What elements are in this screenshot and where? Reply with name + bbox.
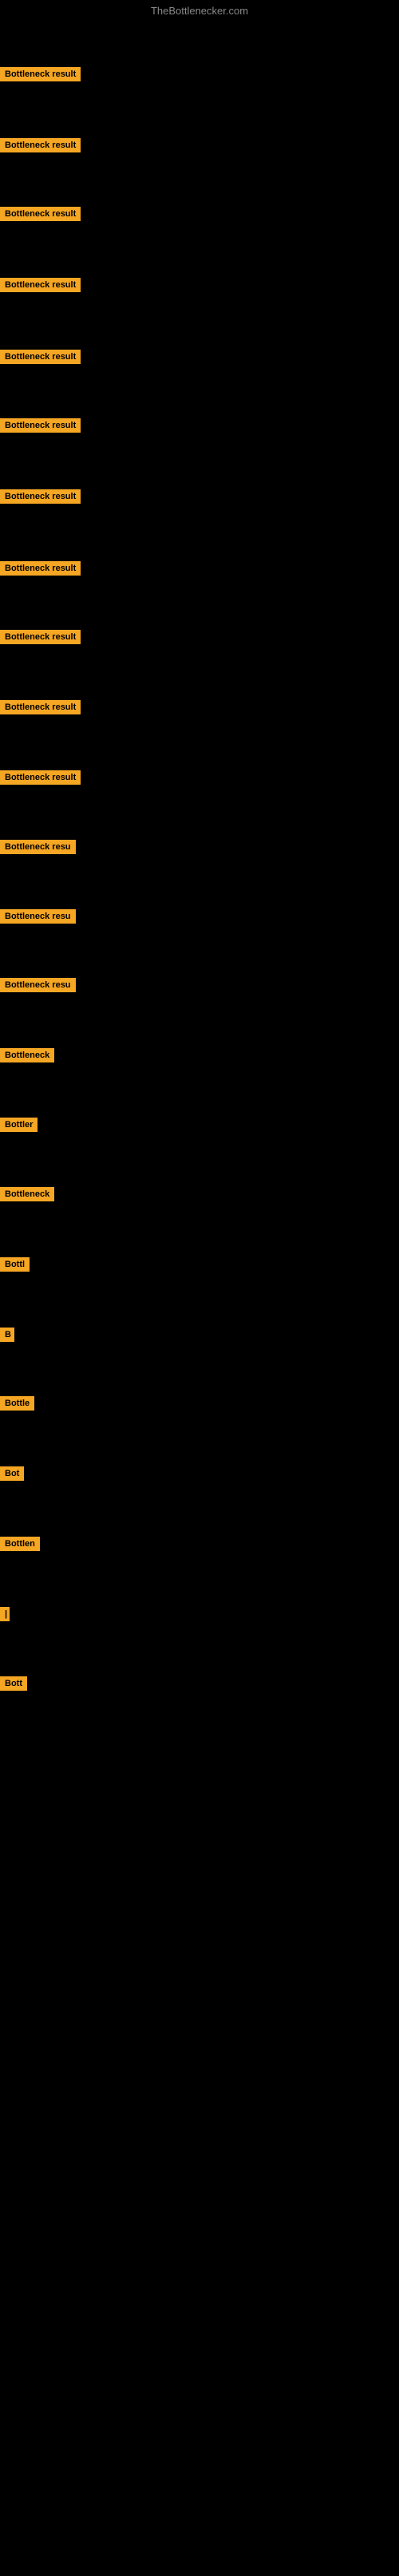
- bottleneck-badge: |: [0, 1607, 10, 1621]
- bottleneck-badge: Bottl: [0, 1257, 30, 1272]
- bottleneck-badge: Bot: [0, 1466, 24, 1481]
- bottleneck-result-item[interactable]: Bottleneck result: [0, 630, 81, 648]
- bottleneck-result-item[interactable]: Bottleneck result: [0, 489, 81, 508]
- bottleneck-badge: Bottleneck resu: [0, 840, 76, 854]
- bottleneck-result-item[interactable]: Bottleneck result: [0, 278, 81, 296]
- bottleneck-result-item[interactable]: Bottleneck result: [0, 561, 81, 580]
- bottleneck-badge: Bottlen: [0, 1537, 40, 1551]
- bottleneck-result-item[interactable]: Bottl: [0, 1257, 30, 1276]
- bottleneck-badge: Bottleneck result: [0, 207, 81, 221]
- bottleneck-result-item[interactable]: Bottle: [0, 1396, 34, 1415]
- bottleneck-result-item[interactable]: Bottlen: [0, 1537, 40, 1555]
- bottleneck-badge: B: [0, 1328, 14, 1342]
- bottleneck-badge: Bottleneck resu: [0, 909, 76, 924]
- bottleneck-badge: Bottleneck result: [0, 630, 81, 644]
- bottleneck-result-item[interactable]: Bot: [0, 1466, 24, 1485]
- bottleneck-badge: Bottleneck result: [0, 138, 81, 152]
- bottleneck-badge: Bottleneck: [0, 1187, 54, 1201]
- bottleneck-badge: Bottleneck: [0, 1048, 54, 1062]
- bottleneck-result-item[interactable]: Bottleneck resu: [0, 840, 76, 858]
- bottleneck-result-item[interactable]: Bottleneck resu: [0, 978, 76, 996]
- bottleneck-result-item[interactable]: Bottleneck resu: [0, 909, 76, 928]
- bottleneck-result-item[interactable]: Bottleneck: [0, 1187, 54, 1205]
- bottleneck-badge: Bottleneck result: [0, 350, 81, 364]
- bottleneck-badge: Bottleneck result: [0, 561, 81, 576]
- bottleneck-result-item[interactable]: Bottleneck result: [0, 770, 81, 789]
- bottleneck-result-item[interactable]: Bottleneck result: [0, 67, 81, 85]
- bottleneck-result-item[interactable]: B: [0, 1328, 14, 1346]
- bottleneck-result-item[interactable]: Bottleneck result: [0, 700, 81, 718]
- bottleneck-result-item[interactable]: Bottleneck result: [0, 350, 81, 368]
- bottleneck-result-item[interactable]: Bott: [0, 1676, 27, 1695]
- bottleneck-badge: Bottleneck result: [0, 700, 81, 714]
- bottleneck-badge: Bottleneck result: [0, 67, 81, 81]
- bottleneck-result-item[interactable]: Bottleneck result: [0, 138, 81, 156]
- bottleneck-result-item[interactable]: Bottleneck result: [0, 418, 81, 437]
- site-title: TheBottlenecker.com: [0, 0, 399, 22]
- bottleneck-badge: Bott: [0, 1676, 27, 1691]
- bottleneck-badge: Bottler: [0, 1118, 38, 1132]
- bottleneck-result-item[interactable]: Bottleneck: [0, 1048, 54, 1066]
- bottleneck-badge: Bottleneck result: [0, 278, 81, 292]
- bottleneck-badge: Bottle: [0, 1396, 34, 1411]
- bottleneck-result-item[interactable]: |: [0, 1607, 10, 1625]
- bottleneck-result-item[interactable]: Bottleneck result: [0, 207, 81, 225]
- bottleneck-badge: Bottleneck result: [0, 418, 81, 433]
- bottleneck-badge: Bottleneck resu: [0, 978, 76, 992]
- bottleneck-result-item[interactable]: Bottler: [0, 1118, 38, 1136]
- bottleneck-badge: Bottleneck result: [0, 489, 81, 504]
- bottleneck-badge: Bottleneck result: [0, 770, 81, 785]
